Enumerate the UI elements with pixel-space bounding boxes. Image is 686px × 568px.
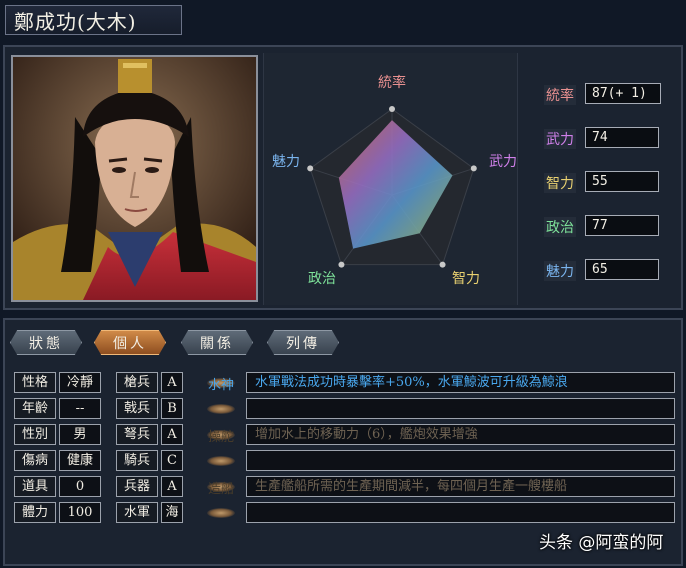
radar-svg: 統率 武力 智力 政治 魅力 bbox=[272, 74, 517, 287]
aptitude-rank-spear: A bbox=[161, 372, 183, 393]
personal-value-personality: 冷靜 bbox=[59, 372, 101, 393]
stats-radar-chart: 統率 武力 智力 政治 魅力 bbox=[263, 53, 518, 305]
skill-desc-4 bbox=[246, 450, 675, 471]
skill-gem-icon bbox=[207, 404, 235, 414]
officer-portrait bbox=[11, 55, 258, 302]
tab-status-label: 狀態 bbox=[29, 335, 63, 352]
skill-name-5: 造船 bbox=[207, 481, 234, 497]
stats-list: 統率 87(+ 1) 武力 74 智力 55 政治 77 魅力 65 bbox=[523, 53, 679, 305]
tab-status[interactable]: 狀態 bbox=[10, 330, 82, 355]
radar-vertex-zheng bbox=[338, 261, 345, 268]
tab-biography-label: 列傳 bbox=[286, 335, 320, 352]
personal-value-health: 健康 bbox=[59, 450, 101, 471]
aptitude-label-navy: 水軍 bbox=[116, 502, 158, 523]
aptitude-label-halberd: 戟兵 bbox=[116, 398, 158, 419]
stat-label-tong: 統率 bbox=[544, 85, 576, 105]
personal-value-items: 0 bbox=[59, 476, 101, 497]
radar-label-zheng: 政治 bbox=[308, 271, 336, 287]
personal-value-stamina: 100 bbox=[59, 502, 101, 523]
stat-row-zheng: 政治 77 bbox=[523, 215, 679, 237]
stat-label-mei: 魅力 bbox=[544, 261, 576, 281]
skill-gem-icon bbox=[207, 508, 235, 518]
stat-row-zhi: 智力 55 bbox=[523, 171, 679, 193]
personal-label-age: 年齡 bbox=[14, 398, 56, 419]
skill-gem-icon bbox=[207, 456, 235, 466]
watermark-text: 头条 @阿蛮的阿 bbox=[539, 533, 664, 553]
skill-desc-5: 生產艦船所需的生產期間減半，每四個月生產一艘樓船 bbox=[246, 476, 675, 497]
personal-value-age: -- bbox=[59, 398, 101, 419]
radar-label-mei: 魅力 bbox=[272, 154, 300, 170]
aptitude-rank-halberd: B bbox=[161, 398, 183, 419]
radar-label-wu: 武力 bbox=[489, 154, 517, 170]
radar-label-tong: 統率 bbox=[378, 74, 406, 91]
stat-row-tong: 統率 87(+ 1) bbox=[523, 83, 679, 105]
personal-label-gender: 性別 bbox=[14, 424, 56, 445]
radar-vertex-mei bbox=[307, 165, 314, 172]
skill-name-3: 操舵 bbox=[207, 429, 234, 445]
skill-gem-4[interactable] bbox=[203, 451, 239, 471]
profile-panel: 統率 武力 智力 政治 魅力 統率 87(+ 1) 武力 74 智力 55 政治… bbox=[3, 45, 683, 310]
aptitude-label-cavalry: 騎兵 bbox=[116, 450, 158, 471]
stat-value-zhi: 55 bbox=[585, 171, 659, 192]
stat-row-wu: 武力 74 bbox=[523, 127, 679, 149]
skill-gem-3[interactable]: 操舵 bbox=[203, 425, 239, 445]
radar-vertex-zhi bbox=[439, 261, 446, 268]
skill-gem-2[interactable] bbox=[203, 399, 239, 419]
stat-value-zheng: 77 bbox=[585, 215, 659, 236]
skill-desc-1: 水軍戰法成功時暴擊率+50%，水軍鯨波可升級為鯨浪 bbox=[246, 372, 675, 393]
aptitude-rank-cavalry: C bbox=[161, 450, 183, 471]
stat-row-mei: 魅力 65 bbox=[523, 259, 679, 281]
stat-value-mei: 65 bbox=[585, 259, 659, 280]
personal-value-gender: 男 bbox=[59, 424, 101, 445]
aptitude-label-siege: 兵器 bbox=[116, 476, 158, 497]
aptitude-label-spear: 槍兵 bbox=[116, 372, 158, 393]
skill-desc-2 bbox=[246, 398, 675, 419]
skill-desc-6 bbox=[246, 502, 675, 523]
aptitude-rank-crossbow: A bbox=[161, 424, 183, 445]
skill-gem-5[interactable]: 造船 bbox=[203, 477, 239, 497]
stat-value-wu: 74 bbox=[585, 127, 659, 148]
tab-personal[interactable]: 個人 bbox=[94, 330, 166, 355]
radar-vertex-tong bbox=[389, 106, 395, 112]
radar-vertex-wu bbox=[470, 165, 477, 172]
skill-name-1: 水神 bbox=[207, 377, 234, 393]
personal-label-personality: 性格 bbox=[14, 372, 56, 393]
personal-label-stamina: 體力 bbox=[14, 502, 56, 523]
officer-name-plate: 鄭成功(大木) bbox=[5, 5, 182, 35]
stat-value-tong: 87(+ 1) bbox=[585, 83, 661, 104]
aptitude-rank-siege: A bbox=[161, 476, 183, 497]
officer-name: 鄭成功(大木) bbox=[14, 9, 137, 34]
stat-label-zhi: 智力 bbox=[544, 173, 576, 193]
portrait-image bbox=[13, 57, 256, 300]
skill-gem-6[interactable] bbox=[203, 503, 239, 523]
tab-relations-label: 關係 bbox=[200, 335, 234, 352]
aptitude-rank-navy: 海 bbox=[161, 502, 183, 523]
radar-label-zhi: 智力 bbox=[452, 271, 480, 287]
tab-relations[interactable]: 關係 bbox=[181, 330, 253, 355]
tab-personal-label: 個人 bbox=[113, 335, 147, 352]
personal-label-health: 傷病 bbox=[14, 450, 56, 471]
aptitude-label-crossbow: 弩兵 bbox=[116, 424, 158, 445]
skill-desc-3: 增加水上的移動力（6），艦炮效果增強 bbox=[246, 424, 675, 445]
stat-label-wu: 武力 bbox=[544, 129, 576, 149]
personal-label-items: 道具 bbox=[14, 476, 56, 497]
stat-label-zheng: 政治 bbox=[544, 217, 576, 237]
tab-biography[interactable]: 列傳 bbox=[267, 330, 339, 355]
skill-gem-1[interactable]: 水神 bbox=[203, 373, 239, 393]
